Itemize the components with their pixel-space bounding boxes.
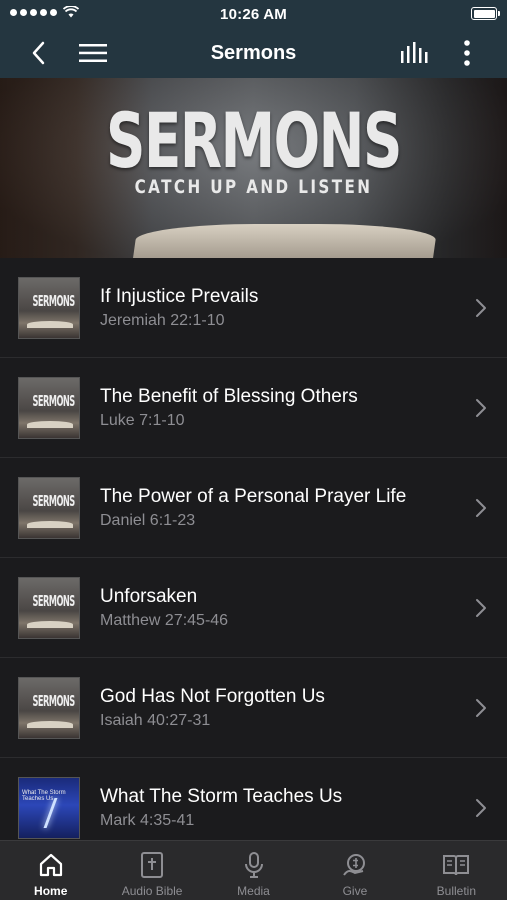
sermon-title: God Has Not Forgotten Us bbox=[100, 686, 325, 707]
sermon-thumbnail: SERMONS bbox=[18, 277, 80, 339]
chevron-right-icon bbox=[476, 299, 486, 317]
sermon-row[interactable]: SERMONS The Power of a Personal Prayer Li… bbox=[0, 458, 507, 558]
tab-label: Bulletin bbox=[436, 884, 476, 898]
sermon-row[interactable]: SERMONS God Has Not Forgotten Us Isaiah 40… bbox=[0, 658, 507, 758]
tab-bulletin[interactable]: Bulletin bbox=[406, 841, 507, 900]
sermon-thumbnail: What The Storm Teaches Us bbox=[18, 777, 80, 839]
tab-label: Give bbox=[342, 884, 368, 898]
chevron-right-icon bbox=[476, 499, 486, 517]
home-icon bbox=[38, 849, 64, 881]
sermon-reference: Matthew 27:45-46 bbox=[100, 612, 229, 629]
thumbnail-text: What The Storm Teaches Us bbox=[22, 790, 66, 802]
bible-icon bbox=[140, 849, 164, 881]
sermon-title: The Power of a Personal Prayer Life bbox=[100, 486, 407, 507]
book-icon bbox=[442, 849, 470, 881]
nav-bar: Sermons bbox=[0, 28, 507, 78]
sermon-thumbnail: SERMONS bbox=[18, 377, 80, 439]
audio-bars-icon bbox=[401, 42, 428, 63]
hero-title: SERMONS bbox=[105, 96, 402, 185]
wifi-icon bbox=[63, 6, 79, 18]
tab-audio-bible[interactable]: Audio Bible bbox=[101, 841, 202, 900]
tab-label: Home bbox=[34, 884, 68, 898]
back-button[interactable] bbox=[16, 28, 60, 78]
chevron-right-icon bbox=[476, 599, 486, 617]
sermon-row[interactable]: SERMONS Unforsaken Matthew 27:45-46 bbox=[0, 558, 507, 658]
thumbnail-text: SERMONS bbox=[32, 492, 76, 510]
microphone-icon bbox=[243, 849, 265, 881]
tab-home[interactable]: Home bbox=[0, 841, 101, 900]
sermon-list: SERMONS If Injustice Prevails Jeremiah 22:… bbox=[0, 258, 507, 840]
thumbnail-text: SERMONS bbox=[32, 392, 76, 410]
sermon-row[interactable]: SERMONS If Injustice Prevails Jeremiah 22:… bbox=[0, 258, 507, 358]
sermon-title: If Injustice Prevails bbox=[100, 286, 259, 307]
hamburger-icon bbox=[79, 44, 107, 62]
sermon-reference: Mark 4:35-41 bbox=[100, 812, 195, 829]
tab-label: Audio Bible bbox=[121, 884, 183, 898]
menu-button[interactable] bbox=[71, 28, 115, 78]
sermon-row[interactable]: SERMONS The Benefit of Blessing Others Luk… bbox=[0, 358, 507, 458]
thumbnail-text: SERMONS bbox=[32, 592, 76, 610]
sermon-reference: Jeremiah 22:1-10 bbox=[100, 312, 225, 329]
sermon-row[interactable]: What The Storm Teaches Us What The Storm … bbox=[0, 758, 507, 840]
signal-strength-icon bbox=[10, 8, 57, 16]
status-bar: 10:26 AM bbox=[0, 0, 507, 28]
page-title: Sermons bbox=[210, 41, 297, 64]
sermon-thumbnail: SERMONS bbox=[18, 577, 80, 639]
signal-indicator bbox=[10, 6, 79, 18]
hero-bible-image bbox=[132, 224, 438, 258]
sermon-reference: Luke 7:1-10 bbox=[100, 412, 185, 429]
status-time: 10:26 AM bbox=[220, 5, 287, 23]
thumbnail-text: SERMONS bbox=[32, 692, 76, 710]
tab-bar: Home Audio Bible Media Give Bulletin bbox=[0, 840, 507, 900]
more-options-button[interactable] bbox=[445, 28, 489, 78]
sermon-title: Unforsaken bbox=[100, 586, 198, 607]
now-playing-button[interactable] bbox=[393, 28, 437, 78]
tab-label: Media bbox=[237, 884, 270, 898]
sermon-thumbnail: SERMONS bbox=[18, 677, 80, 739]
chevron-left-icon bbox=[32, 41, 45, 65]
hero-subtitle: CATCH UP AND LISTEN bbox=[134, 176, 373, 198]
more-vertical-icon bbox=[464, 40, 470, 66]
sermon-title: The Benefit of Blessing Others bbox=[100, 386, 358, 407]
sermon-reference: Isaiah 40:27-31 bbox=[100, 712, 211, 729]
give-icon bbox=[341, 849, 369, 881]
battery-icon bbox=[471, 7, 500, 20]
tab-give[interactable]: Give bbox=[304, 841, 405, 900]
sermon-reference: Daniel 6:1-23 bbox=[100, 512, 196, 529]
chevron-right-icon bbox=[476, 399, 486, 417]
lightning-icon bbox=[43, 798, 58, 828]
sermon-title: What The Storm Teaches Us bbox=[100, 786, 343, 807]
chevron-right-icon bbox=[476, 799, 486, 817]
thumbnail-text: SERMONS bbox=[32, 292, 76, 310]
hero-banner: SERMONS CATCH UP AND LISTEN bbox=[0, 78, 507, 258]
sermon-thumbnail: SERMONS bbox=[18, 477, 80, 539]
chevron-right-icon bbox=[476, 699, 486, 717]
tab-media[interactable]: Media bbox=[203, 841, 304, 900]
